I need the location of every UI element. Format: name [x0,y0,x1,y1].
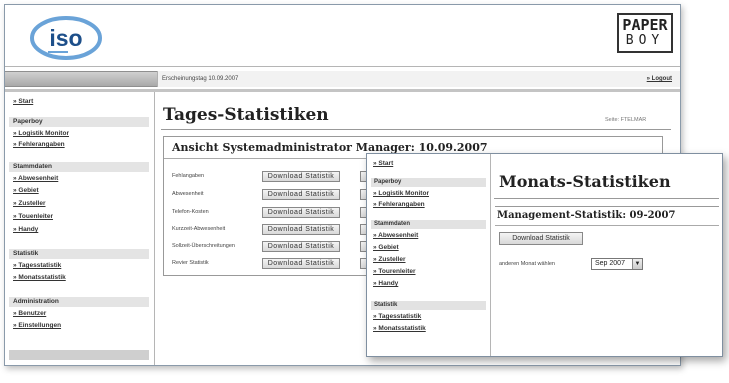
sidebar-item-gebiet[interactable]: » Gebiet [373,244,399,251]
sidebar-item-start[interactable]: » Start [373,160,393,167]
iso-logo-text: iso [49,25,82,51]
sidebar-item-fehlerangaben[interactable]: » Fehlerangaben [373,201,425,208]
sidebar-item-monatsstatistik[interactable]: » Monatsstatistik [13,274,66,281]
month-select-value: Sep 2007 [595,260,625,267]
row-label: Fehlangaben [172,173,205,179]
sidebar-section-statistik: Statistik [9,249,149,259]
sidebar-item-zusteller[interactable]: » Zusteller [373,256,406,263]
download-button[interactable]: Download Statistik [262,258,340,269]
sidebar-item-abwesenheit[interactable]: » Abwesenheit [13,175,58,182]
sidebar-item-start[interactable]: » Start [13,98,33,105]
sidebar-section-administration: Administration [9,297,149,307]
logout-link[interactable]: » Logout [647,71,672,87]
download-button[interactable]: Download Statistik [262,189,340,200]
panel-divider [495,225,719,226]
download-button[interactable]: Download Statistik [262,224,340,235]
sidebar: » Start Paperboy » Logistik Monitor » Fe… [5,92,155,365]
sidebar-item-logistik-monitor[interactable]: » Logistik Monitor [13,130,69,137]
title-divider [494,198,719,199]
download-button[interactable]: Download Statistik [499,232,583,245]
overlay-sidebar: » Start Paperboy » Logistik Monitor » Fe… [367,154,491,356]
sidebar-section-statistik: Statistik [371,301,486,310]
sidebar-section-paperboy: Paperboy [9,117,149,127]
header: iso PAPER BOY [5,5,680,67]
sidebar-item-monatsstatistik[interactable]: » Monatsstatistik [373,325,426,332]
date-bar: Erscheinungstag 10.09.2007 » Logout [157,71,680,87]
download-button[interactable]: Download Statistik [262,207,340,218]
sidebar-item-touenleiter[interactable]: » Touenleiter [13,213,53,220]
sidebar-section-stammdaten: Stammdaten [9,162,149,172]
chevron-down-icon[interactable]: ▼ [632,259,642,269]
title-divider [161,129,671,130]
management-statistics-panel: Management-Statistik: 09-2007 Download S… [495,206,719,274]
month-select-label: anderen Monat wählen [499,261,555,267]
download-button[interactable]: Download Statistik [262,171,340,182]
sidebar-item-tagesstatistik[interactable]: » Tagesstatistik [13,262,61,269]
sidebar-item-fehlerangaben[interactable]: » Fehlerangaben [13,141,65,148]
sidebar-item-gebiet[interactable]: » Gebiet [13,187,39,194]
sidebar-section-paperboy: Paperboy [371,178,486,187]
page-info: Seite: FTELMAR [605,117,647,123]
sidebar-item-benutzer[interactable]: » Benutzer [13,310,46,317]
sidebar-item-abwesenheit[interactable]: » Abwesenheit [373,232,418,239]
sidebar-footer [9,350,149,360]
row-label: Abwesenheit [172,191,204,197]
page-title: Tages-Statistiken [163,105,329,125]
row-label: Sollzeit-Überschreitungen [172,243,235,249]
panel-title: Management-Statistik: 09-2007 [497,210,676,221]
row-label: Kurzzeit-Abwesenheit [172,226,226,232]
sidebar-item-zusteller[interactable]: » Zusteller [13,200,46,207]
sidebar-item-einstellungen[interactable]: » Einstellungen [13,322,61,329]
sidebar-item-handy[interactable]: » Handy [13,226,38,233]
paperboy-logo: PAPER BOY [617,13,673,53]
month-select[interactable]: Sep 2007 ▼ [591,258,643,270]
iso-logo: iso [30,16,102,60]
sidebar-item-tourenleiter[interactable]: » Tourenleiter [373,268,416,275]
row-label: Telefon-Kosten [172,209,209,215]
monthly-statistics-window: » Start Paperboy » Logistik Monitor » Fe… [366,153,723,357]
sidebar-section-stammdaten: Stammdaten [371,220,486,229]
download-button[interactable]: Download Statistik [262,241,340,252]
publication-date: Erscheinungstag 10.09.2007 [162,76,239,82]
sidebar-item-handy[interactable]: » Handy [373,280,398,287]
sidebar-item-logistik-monitor[interactable]: » Logistik Monitor [373,190,429,197]
page-title: Monats-Statistiken [499,172,671,191]
sidebar-item-tagesstatistik[interactable]: » Tagesstatistik [373,313,421,320]
row-label: Revier Statistik [172,260,209,266]
